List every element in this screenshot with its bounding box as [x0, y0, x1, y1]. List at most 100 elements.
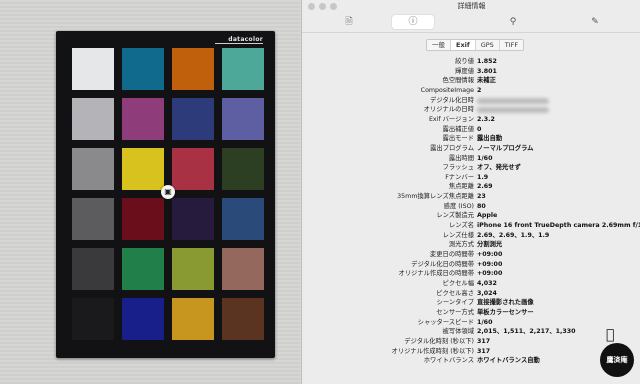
- exif-value: +09:00: [477, 260, 503, 268]
- exif-row: 露出モード 露出自動: [302, 134, 640, 144]
- color-patch: [122, 148, 164, 190]
- exif-value: 23: [477, 193, 486, 201]
- brand-underline: [215, 43, 263, 44]
- exif-label: ホワイトバランス: [423, 357, 474, 365]
- redacted-value: [477, 107, 549, 114]
- exif-value: 2: [477, 86, 482, 94]
- exif-row: 変更日の時間帯 +09:00: [302, 250, 640, 260]
- pen-icon[interactable]: ✎: [574, 15, 616, 29]
- exif-value: 3,024: [477, 289, 497, 297]
- exif-label: レンズ仕様: [442, 231, 474, 239]
- color-patch: [222, 98, 264, 140]
- exif-row: レンズ製造元 Apple: [302, 211, 640, 221]
- exif-value: 1.9: [477, 173, 489, 181]
- tab-exif[interactable]: Exif: [451, 40, 476, 50]
- exif-row: レンズ仕様 2.69、2.69、1.9、1.9: [302, 231, 640, 241]
- exif-label: レンズ名: [448, 222, 474, 230]
- color-patch: [72, 248, 114, 290]
- live-text-icon[interactable]: ▣: [161, 185, 175, 199]
- tab-gps[interactable]: GPS: [476, 40, 500, 50]
- document-icon[interactable]: 🗎: [328, 15, 370, 29]
- exif-value: 1/60: [477, 154, 493, 162]
- exif-label: シャッタースピード: [417, 318, 474, 326]
- info-window: 詳細情報 🗎 ⓘ ⚲ ✎ 一般 Exif GPS TIFF 絞り値 1.852 輝度…: [301, 0, 640, 384]
- color-patch: [172, 48, 214, 90]
- exif-label: 感度 (ISO): [443, 202, 474, 210]
- color-patch: [222, 198, 264, 240]
- exif-label: Fナンバー: [445, 173, 474, 181]
- exif-row: シャッタースピード 1/60: [302, 318, 640, 328]
- exif-row: オリジナル作成時刻 (秒以下) 317: [302, 347, 640, 357]
- exif-row: デジタル化日時: [302, 96, 640, 106]
- color-patch: [72, 148, 114, 190]
- exif-label: デジタル化日の時間帯: [411, 260, 474, 268]
- exif-value: 3.801: [477, 67, 497, 75]
- color-patch: [72, 98, 114, 140]
- apple-icon: : [606, 327, 614, 343]
- exif-label: 露出プログラム: [430, 144, 474, 152]
- exif-row: フラッシュ オフ、発光せず: [302, 163, 640, 173]
- redacted-value: [477, 97, 549, 104]
- exif-label: ピクセル高さ: [436, 289, 474, 297]
- exif-row: レンズ名 iPhone 16 front TrueDepth camera 2.6…: [302, 221, 640, 231]
- exif-row: ピクセル幅 4,032: [302, 279, 640, 289]
- exif-row: 露出補正値 0: [302, 125, 640, 135]
- tab-general[interactable]: 一般: [427, 40, 451, 50]
- exif-value: 1.852: [477, 58, 497, 65]
- exif-value: +09:00: [477, 251, 503, 258]
- exif-row: 露出時間 1/60: [302, 154, 640, 164]
- window-title: 詳細情報: [457, 2, 486, 10]
- exif-label: 色空間情報: [442, 77, 474, 85]
- color-patch: [72, 298, 114, 340]
- exif-label: CompositeImage: [420, 86, 474, 94]
- exif-value: 317: [477, 337, 491, 345]
- exif-row: ホワイトバランス ホワイトバランス自動: [302, 356, 640, 366]
- exif-label: 露出補正値: [442, 125, 474, 133]
- color-patch: [222, 48, 264, 90]
- color-patch: [222, 298, 264, 340]
- tab-tiff[interactable]: TIFF: [500, 40, 523, 50]
- exif-value: 単板カラーセンサー: [477, 308, 534, 316]
- exif-label: 露出時間: [448, 154, 474, 162]
- search-icon[interactable]: ⚲: [492, 15, 534, 29]
- info-icon[interactable]: ⓘ: [392, 15, 434, 29]
- exif-label: 焦点距離: [448, 183, 474, 191]
- photo-preview: datacolor ▣: [0, 0, 300, 384]
- exif-label: オリジナルの日時: [423, 106, 474, 114]
- exif-value: ホワイトバランス自動: [477, 357, 540, 365]
- exif-value: 2.69、2.69、1.9、1.9: [477, 231, 550, 239]
- exif-value: オフ、発光せず: [477, 164, 521, 172]
- exif-label: 露出モード: [442, 135, 474, 143]
- brand-label: datacolor: [228, 36, 263, 43]
- exif-row: センサー方式 単板カラーセンサー: [302, 308, 640, 318]
- exif-label: Exif バージョン: [428, 115, 474, 123]
- exif-label: デジタル化時刻 (秒以下): [404, 337, 474, 345]
- exif-row: 被写体領域 2,015、1,511、2,217、1,330: [302, 327, 640, 337]
- exif-label: フラッシュ: [442, 164, 474, 172]
- exif-value: 分割測光: [477, 241, 503, 249]
- exif-value: 317: [477, 347, 491, 355]
- watermark-logo:  鷹済庵: [598, 327, 638, 379]
- color-patch: [122, 298, 164, 340]
- color-patch: [172, 198, 214, 240]
- exif-row: オリジナル作成日の時間帯 +09:00: [302, 269, 640, 279]
- exif-value: 2.69: [477, 183, 493, 191]
- exif-value: 4,032: [477, 279, 497, 287]
- color-patch: [122, 98, 164, 140]
- exif-value: 直接撮影された画像: [477, 299, 534, 307]
- color-patch: [72, 198, 114, 240]
- exif-row: 露出プログラム ノーマルプログラム: [302, 144, 640, 154]
- exif-value: 未補正: [477, 77, 496, 85]
- exif-value: iPhone 16 front TrueDepth camera 2.69mm …: [477, 222, 640, 230]
- exif-row: 感度 (ISO) 80: [302, 202, 640, 212]
- exif-value: 80: [477, 202, 486, 210]
- exif-value: +09:00: [477, 270, 503, 278]
- exif-row: シーンタイプ 直接撮影された画像: [302, 298, 640, 308]
- exif-row: オリジナルの日時: [302, 105, 640, 115]
- exif-label: 被写体領域: [442, 328, 474, 336]
- exif-label: オリジナル作成日の時間帯: [398, 270, 474, 278]
- exif-row: 焦点距離 2.69: [302, 182, 640, 192]
- exif-value: Apple: [477, 212, 498, 220]
- exif-value: 1/60: [477, 318, 493, 326]
- exif-row: CompositeImage 2: [302, 86, 640, 96]
